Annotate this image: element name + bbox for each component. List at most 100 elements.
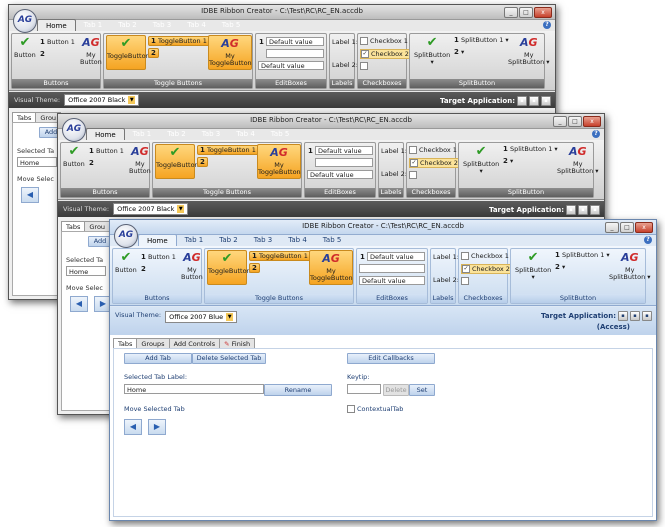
editbox-3[interactable]: Default value	[307, 170, 373, 179]
tab-4[interactable]: Tab 4	[280, 234, 315, 246]
close-button[interactable]: x	[635, 222, 653, 233]
tab-5[interactable]: Tab 5	[214, 19, 249, 31]
app-icon-1[interactable]: ▪	[618, 311, 628, 321]
app-orb-logo-icon[interactable]: AG	[13, 9, 37, 33]
editbox-1[interactable]: Default value	[266, 37, 324, 46]
editbox-2[interactable]	[266, 49, 324, 58]
checkbox-2[interactable]: ✓ Checkbox 2	[461, 264, 511, 274]
app-icon-2[interactable]: ▪	[578, 205, 588, 215]
minimize-button[interactable]: _	[553, 116, 567, 127]
big-button[interactable]: ✔ Button	[115, 250, 137, 274]
delete-selected-tab-button[interactable]: Delete Selected Tab	[192, 353, 266, 364]
tab-1[interactable]: Tab 1	[76, 19, 111, 31]
selected-tab-input[interactable]: Home	[124, 384, 264, 394]
split-button[interactable]: ✔ SplitButton ▾	[463, 144, 499, 175]
my-toggle-button[interactable]: AG My ToggleButton	[309, 250, 353, 285]
app-icon-3[interactable]: ▪	[642, 311, 652, 321]
toggle-button[interactable]: ✔ ToggleButton	[106, 35, 150, 70]
rename-button[interactable]: Rename	[264, 384, 332, 396]
button-1[interactable]: 1 Button 1	[40, 38, 75, 46]
arrow-left-icon[interactable]: ◀	[21, 187, 39, 203]
theme-select[interactable]: Office 2007 Black ▼	[64, 94, 140, 106]
tab-1[interactable]: Tab 1	[177, 234, 212, 246]
button-1[interactable]: 1 Button 1	[89, 147, 124, 155]
keytip-input[interactable]	[347, 384, 381, 394]
app-icon-2[interactable]: ▪	[630, 311, 640, 321]
checkbox-3[interactable]	[409, 171, 417, 179]
my-button[interactable]: AG My Button	[80, 35, 102, 66]
app-icon-3[interactable]: ▪	[541, 96, 551, 106]
title-bar[interactable]: IDBE Ribbon Creator - C:\Test\RC\RC_EN.a…	[58, 114, 604, 129]
toggle-button-2[interactable]: 2	[197, 157, 208, 167]
edit-callbacks-button[interactable]: Edit Callbacks	[347, 353, 435, 364]
split-button-1[interactable]: 1 SplitButton 1 ▾	[454, 36, 509, 44]
my-button[interactable]: AG My Button	[181, 250, 203, 281]
toggle-button-1[interactable]: 1 ToggleButton 1	[197, 145, 259, 155]
selected-tab-input[interactable]: Home	[66, 266, 106, 276]
tab-3[interactable]: Tab 3	[246, 234, 281, 246]
editbox-1[interactable]: Default value	[367, 252, 425, 261]
big-button[interactable]: ✔ Button	[63, 144, 85, 168]
button-2[interactable]: 2	[40, 50, 45, 58]
button-2[interactable]: 2	[141, 265, 146, 273]
my-split-button[interactable]: AG My SplitButton ▾	[609, 250, 651, 281]
split-button-2[interactable]: 2 ▾	[503, 157, 513, 165]
tab-2[interactable]: Tab 2	[211, 234, 246, 246]
button-2[interactable]: 2	[89, 159, 94, 167]
checkbox-1[interactable]: Checkbox 1	[461, 252, 509, 260]
button-1[interactable]: 1 Button 1	[141, 253, 176, 261]
minimize-button[interactable]: _	[605, 222, 619, 233]
editbox-3[interactable]: Default value	[359, 276, 425, 285]
split-button-2[interactable]: 2 ▾	[555, 263, 565, 271]
tab-3[interactable]: Tab 3	[145, 19, 180, 31]
toggle-button-1[interactable]: 1 ToggleButton 1	[148, 36, 210, 46]
toggle-button-2[interactable]: 2	[249, 263, 260, 273]
theme-select[interactable]: Office 2007 Blue ▼	[165, 311, 238, 323]
my-split-button[interactable]: AG My SplitButton ▾	[508, 35, 550, 66]
app-icon-3[interactable]: ▪	[590, 205, 600, 215]
delete-keytip-button[interactable]: Delete	[383, 384, 409, 396]
help-icon[interactable]: ?	[543, 21, 551, 29]
checkbox-2[interactable]: ✓ Checkbox 2	[409, 158, 459, 168]
tab-4[interactable]: Tab 4	[179, 19, 214, 31]
big-button[interactable]: ✔ Button	[14, 35, 36, 59]
maximize-button[interactable]: □	[519, 7, 533, 18]
app-orb-logo-icon[interactable]: AG	[62, 118, 86, 142]
tab-2[interactable]: Tab 2	[159, 128, 194, 140]
split-button[interactable]: ✔ SplitButton ▾	[515, 250, 551, 281]
checkbox-3[interactable]	[360, 62, 368, 70]
editbox-2[interactable]	[315, 158, 373, 167]
title-bar[interactable]: IDBE Ribbon Creator - C:\Test\RC\RC_EN.a…	[110, 220, 656, 235]
app-orb-logo-icon[interactable]: AG	[114, 224, 138, 248]
editbox-2[interactable]	[359, 264, 425, 273]
selected-tab-input[interactable]: Home	[17, 157, 57, 167]
toggle-button[interactable]: ✔ ToggleButton	[155, 144, 199, 179]
minimize-button[interactable]: _	[504, 7, 518, 18]
checkbox-3[interactable]	[461, 277, 469, 285]
contextual-tab-checkbox[interactable]: ContextualTab	[347, 405, 403, 413]
editbox-3[interactable]: Default value	[258, 61, 324, 70]
tab-4[interactable]: Tab 4	[228, 128, 263, 140]
toggle-button-2[interactable]: 2	[148, 48, 159, 58]
split-button[interactable]: ✔ SplitButton ▾	[414, 35, 450, 66]
toggle-button-1[interactable]: 1 ToggleButton 1	[249, 251, 311, 261]
maximize-button[interactable]: □	[620, 222, 634, 233]
help-icon[interactable]: ?	[592, 130, 600, 138]
tab-5[interactable]: Tab 5	[315, 234, 350, 246]
checkbox-1[interactable]: Checkbox 1	[409, 146, 457, 154]
arrow-right-icon[interactable]: ▶	[148, 419, 166, 435]
maximize-button[interactable]: □	[568, 116, 582, 127]
tab-1[interactable]: Tab 1	[125, 128, 160, 140]
close-button[interactable]: x	[534, 7, 552, 18]
set-keytip-button[interactable]: Set	[409, 384, 435, 396]
split-button-1[interactable]: 1 SplitButton 1 ▾	[503, 145, 558, 153]
my-split-button[interactable]: AG My SplitButton ▾	[557, 144, 599, 175]
tab-2[interactable]: Tab 2	[110, 19, 145, 31]
title-bar[interactable]: IDBE Ribbon Creator - C:\Test\RC\RC_EN.a…	[9, 5, 555, 20]
add-tab-button[interactable]: Add Tab	[124, 353, 192, 364]
split-button-2[interactable]: 2 ▾	[454, 48, 464, 56]
app-icon-1[interactable]: ▪	[566, 205, 576, 215]
editbox-1[interactable]: Default value	[315, 146, 373, 155]
tab-3[interactable]: Tab 3	[194, 128, 229, 140]
toggle-button[interactable]: ✔ ToggleButton	[207, 250, 251, 285]
